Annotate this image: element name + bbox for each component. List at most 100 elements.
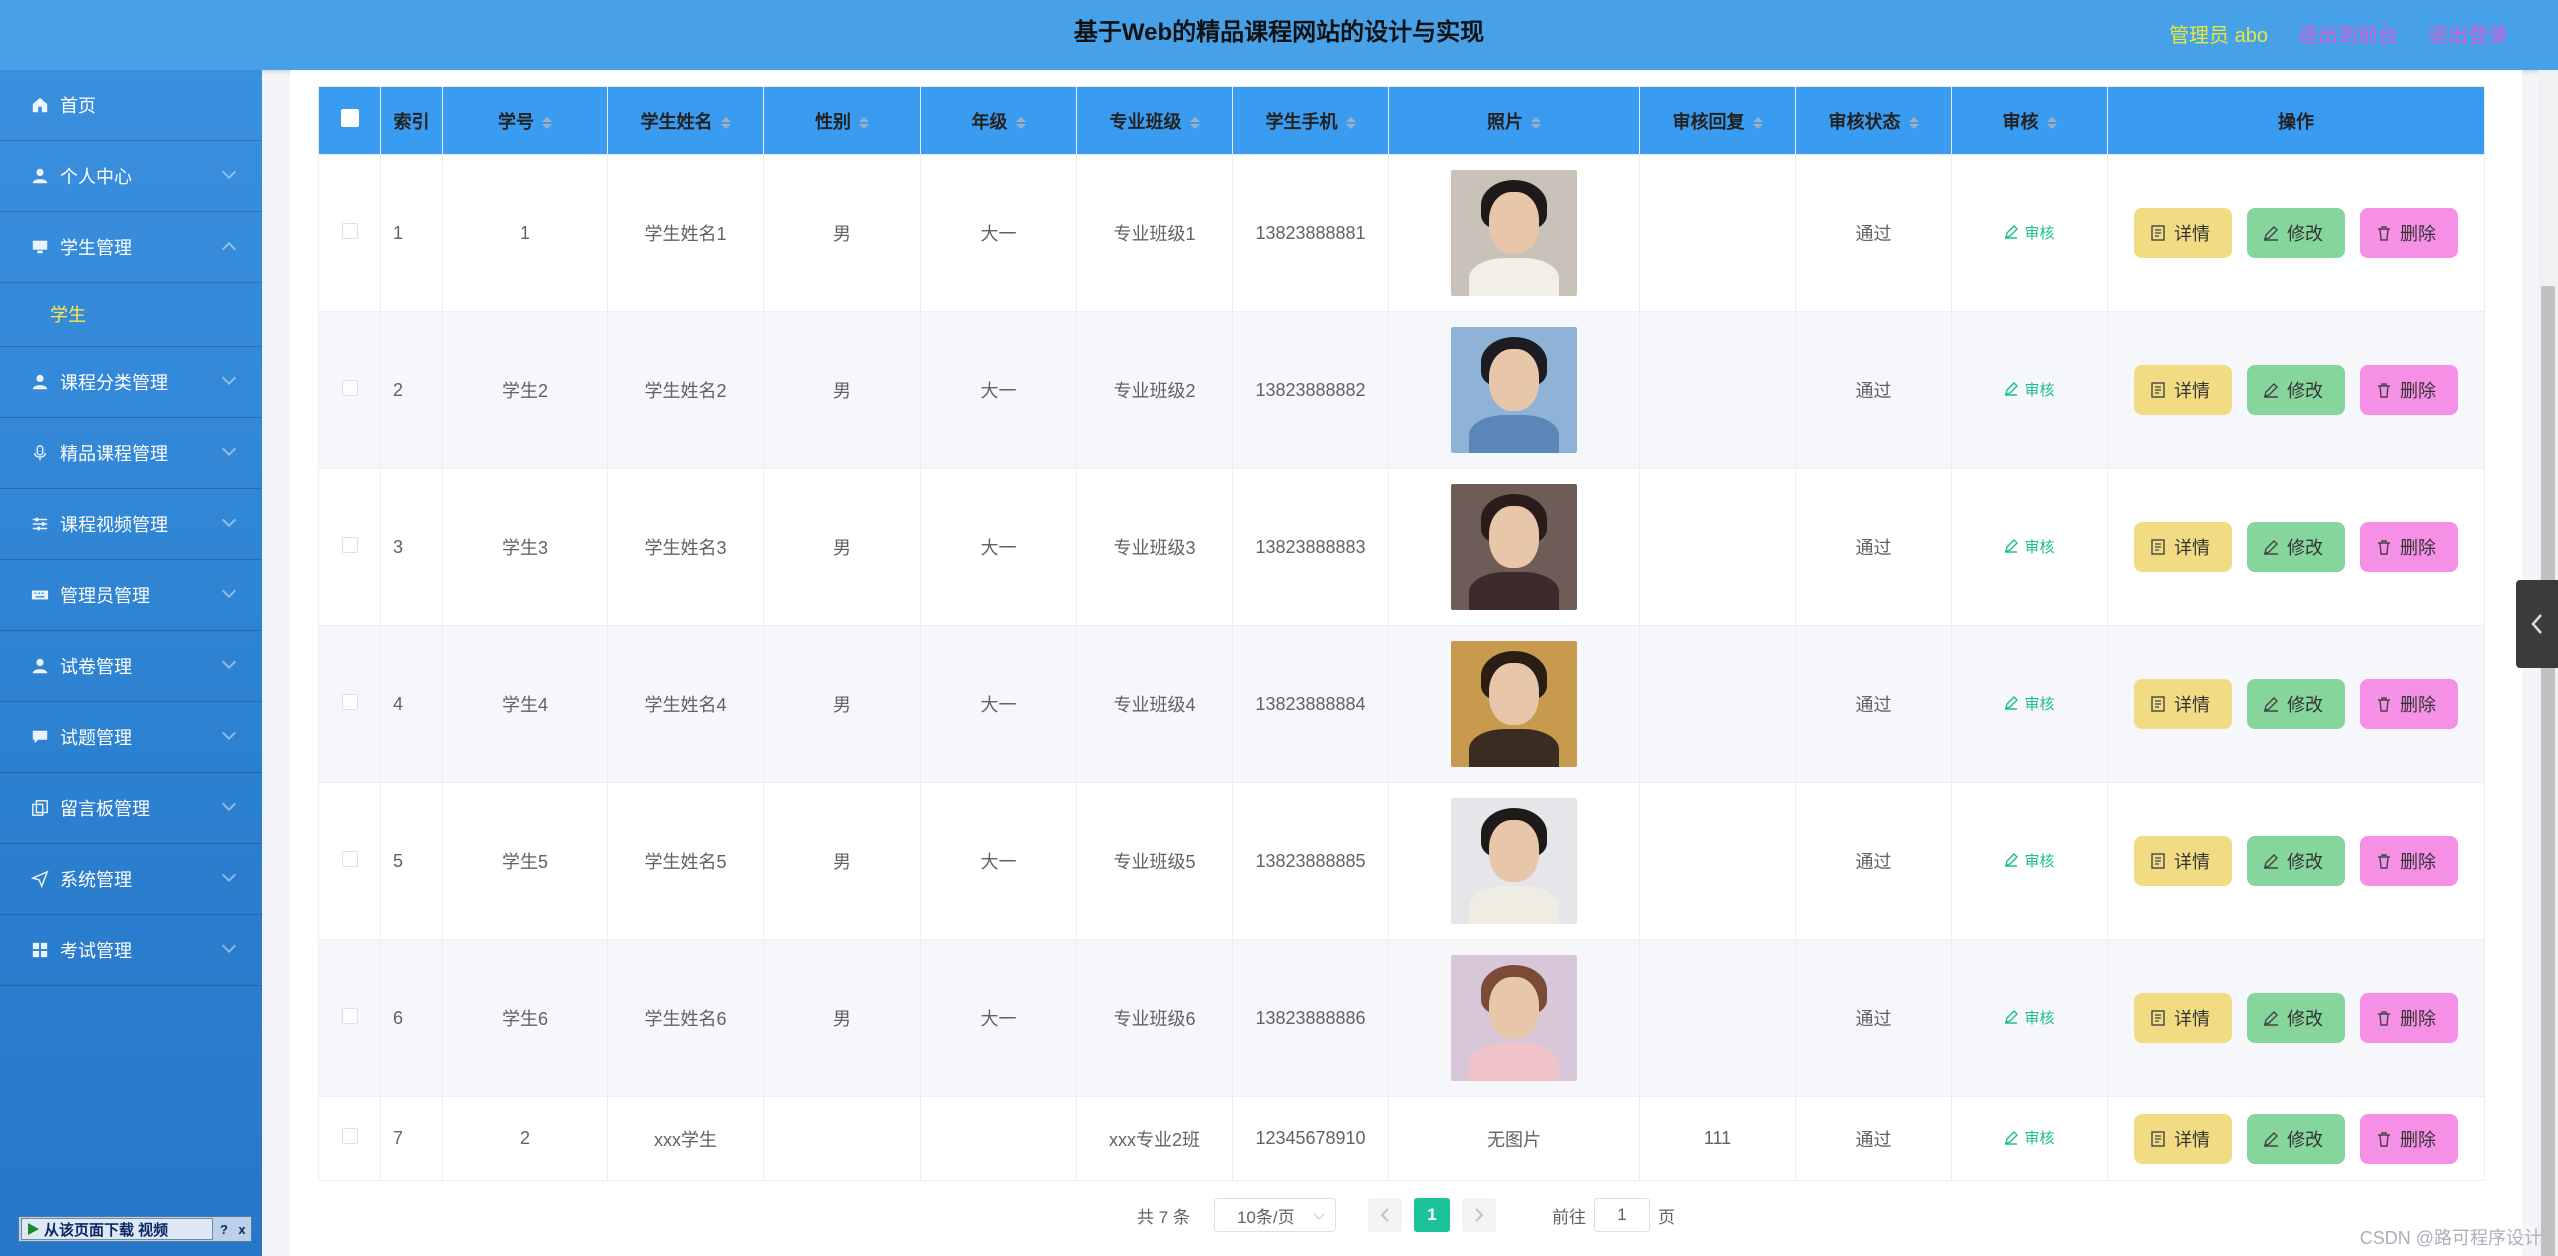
sort-icon[interactable] bbox=[1752, 116, 1763, 129]
next-page-button[interactable] bbox=[1461, 1198, 1496, 1232]
audit-button[interactable]: 审核 bbox=[2004, 693, 2055, 714]
delete-button[interactable]: 删除 bbox=[2360, 1113, 2458, 1164]
jump-page-input[interactable]: 1 bbox=[1593, 1198, 1650, 1232]
student-photo[interactable] bbox=[1451, 327, 1577, 453]
edit-button[interactable]: 修改 bbox=[2247, 679, 2345, 729]
detail-button[interactable]: 详情 bbox=[2134, 1113, 2232, 1164]
edit-button[interactable]: 修改 bbox=[2247, 522, 2345, 572]
column-header[interactable]: 性别 bbox=[763, 86, 921, 155]
column-header[interactable]: 年级 bbox=[920, 86, 1077, 155]
detail-button[interactable]: 详情 bbox=[2134, 679, 2232, 729]
row-checkbox[interactable] bbox=[341, 222, 358, 239]
column-header-label: 照片 bbox=[1487, 111, 1523, 132]
column-header[interactable]: 学生手机 bbox=[1232, 86, 1389, 155]
edit-button[interactable]: 修改 bbox=[2247, 993, 2345, 1043]
sidebar-item[interactable]: 课程视频管理 bbox=[0, 489, 262, 560]
detail-button[interactable]: 详情 bbox=[2134, 522, 2232, 572]
audit-button[interactable]: 审核 bbox=[2004, 222, 2055, 243]
delete-button[interactable]: 删除 bbox=[2360, 836, 2458, 886]
close-button[interactable]: x bbox=[233, 1222, 251, 1237]
delete-button[interactable]: 删除 bbox=[2360, 679, 2458, 729]
help-button[interactable]: ? bbox=[215, 1222, 233, 1237]
column-header[interactable]: 专业班级 bbox=[1076, 86, 1233, 155]
audit-button[interactable]: 审核 bbox=[2004, 1127, 2055, 1148]
detail-button[interactable]: 详情 bbox=[2134, 836, 2232, 886]
page-size-select[interactable]: 10条/页 bbox=[1213, 1198, 1336, 1232]
sort-icon[interactable] bbox=[2046, 116, 2057, 129]
sidebar-item[interactable]: 系统管理 bbox=[0, 844, 262, 915]
sort-icon[interactable] bbox=[1531, 116, 1541, 129]
document-icon bbox=[2151, 1130, 2165, 1147]
edit-button[interactable]: 修改 bbox=[2247, 365, 2345, 415]
column-header[interactable]: 照片 bbox=[1388, 86, 1640, 155]
column-header[interactable]: 审核 bbox=[1951, 86, 2108, 155]
detail-button[interactable]: 详情 bbox=[2134, 993, 2232, 1043]
video-download-bar[interactable]: 从该页面下载 视频? x bbox=[18, 1216, 252, 1242]
to-front-link[interactable]: 退出到前台 bbox=[2298, 19, 2398, 48]
column-header[interactable]: 审核状态 bbox=[1795, 86, 1952, 155]
sidebar-item[interactable]: 试卷管理 bbox=[0, 631, 262, 702]
sidebar-item[interactable]: 试题管理 bbox=[0, 702, 262, 773]
student-photo[interactable] bbox=[1451, 170, 1577, 296]
column-header[interactable]: 学生姓名 bbox=[607, 86, 764, 155]
column-header[interactable]: 学号 bbox=[442, 86, 608, 155]
student-photo[interactable] bbox=[1451, 641, 1577, 767]
row-checkbox[interactable] bbox=[341, 1007, 358, 1024]
sidebar-item[interactable]: 管理员管理 bbox=[0, 560, 262, 631]
class-cell: 专业班级2 bbox=[1076, 311, 1233, 469]
sort-icon[interactable] bbox=[1908, 116, 1919, 129]
delete-button[interactable]: 删除 bbox=[2360, 993, 2458, 1043]
sort-icon[interactable] bbox=[720, 116, 731, 129]
side-panel-toggle[interactable] bbox=[2516, 580, 2558, 668]
sidebar-item[interactable]: 首页 bbox=[0, 70, 262, 141]
row-checkbox[interactable] bbox=[341, 1128, 358, 1144]
sidebar-item[interactable]: 课程分类管理 bbox=[0, 347, 262, 418]
chevron-left-icon bbox=[1380, 1208, 1389, 1222]
edit-button[interactable]: 修改 bbox=[2247, 1113, 2345, 1164]
select-all-checkbox[interactable] bbox=[340, 109, 359, 127]
student-photo[interactable] bbox=[1451, 955, 1577, 1081]
sort-icon[interactable] bbox=[542, 116, 552, 129]
student-photo[interactable] bbox=[1451, 484, 1577, 610]
logout-link[interactable]: 退出登录 bbox=[2428, 19, 2508, 48]
prev-page-button[interactable] bbox=[1367, 1198, 1402, 1232]
class-cell: 专业班级3 bbox=[1076, 468, 1233, 626]
audit-button[interactable]: 审核 bbox=[2004, 1007, 2055, 1028]
download-video-button[interactable]: 从该页面下载 视频 bbox=[21, 1218, 213, 1240]
student-no-cell: 学生5 bbox=[442, 782, 608, 940]
delete-button[interactable]: 删除 bbox=[2360, 522, 2458, 572]
sort-icon[interactable] bbox=[1345, 116, 1356, 129]
edit-button[interactable]: 修改 bbox=[2247, 836, 2345, 886]
sidebar-item[interactable]: 精品课程管理 bbox=[0, 418, 262, 489]
detail-button[interactable]: 详情 bbox=[2134, 208, 2232, 258]
sidebar-item[interactable]: 留言板管理 bbox=[0, 773, 262, 844]
page-number-current[interactable]: 1 bbox=[1413, 1198, 1450, 1232]
page-size-value: 10条/页 bbox=[1236, 1207, 1295, 1227]
sort-icon[interactable] bbox=[1015, 116, 1026, 129]
sliders-icon bbox=[30, 514, 50, 534]
sidebar-item[interactable]: 考试管理 bbox=[0, 915, 262, 986]
column-header[interactable]: 审核回复 bbox=[1639, 86, 1796, 155]
student-photo[interactable] bbox=[1451, 798, 1577, 924]
audit-button[interactable]: 审核 bbox=[2004, 536, 2055, 557]
row-checkbox[interactable] bbox=[341, 850, 358, 867]
sidebar-subitem[interactable]: 学生 bbox=[0, 283, 262, 347]
edit-button[interactable]: 修改 bbox=[2247, 208, 2345, 258]
gender-cell: 男 bbox=[763, 939, 921, 1097]
scrollbar-thumb[interactable] bbox=[2541, 286, 2555, 1256]
edit-label: 修改 bbox=[2287, 695, 2323, 715]
delete-button[interactable]: 删除 bbox=[2360, 365, 2458, 415]
row-checkbox[interactable] bbox=[341, 379, 358, 396]
sidebar-item[interactable]: 个人中心 bbox=[0, 141, 262, 212]
send-icon bbox=[30, 869, 50, 889]
row-checkbox[interactable] bbox=[341, 693, 358, 710]
detail-button[interactable]: 详情 bbox=[2134, 365, 2232, 415]
sidebar-item[interactable]: 学生管理 bbox=[0, 212, 262, 283]
delete-button[interactable]: 删除 bbox=[2360, 208, 2458, 258]
sort-icon[interactable] bbox=[1189, 116, 1200, 129]
audit-status-cell: 通过 bbox=[1795, 468, 1952, 626]
audit-button[interactable]: 审核 bbox=[2004, 850, 2055, 871]
row-checkbox[interactable] bbox=[341, 536, 358, 553]
audit-button[interactable]: 审核 bbox=[2004, 379, 2055, 400]
sort-icon[interactable] bbox=[859, 116, 869, 129]
